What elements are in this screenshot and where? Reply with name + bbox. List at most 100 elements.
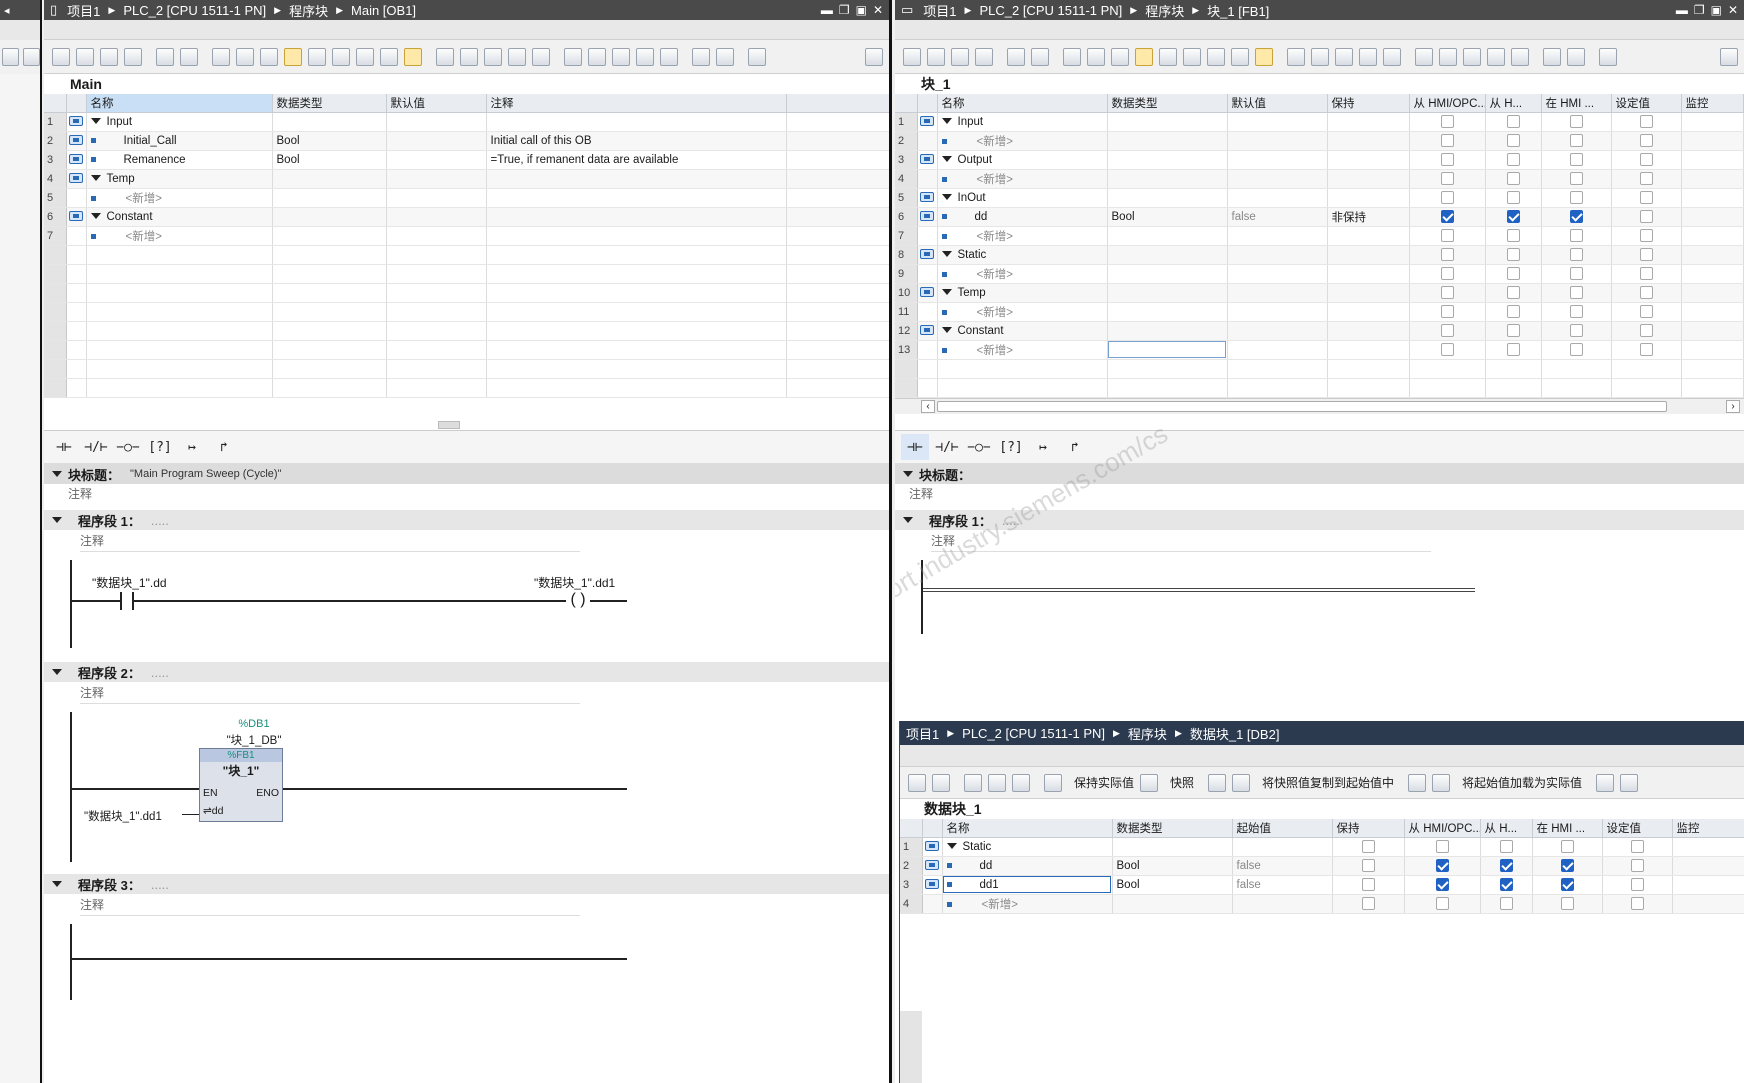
panel-icon[interactable] <box>1720 47 1738 66</box>
network-2-title[interactable]: ..... <box>151 665 169 680</box>
hmi-access-checkbox[interactable] <box>1440 248 1454 261</box>
default-cell[interactable] <box>386 207 487 227</box>
expand-icon[interactable] <box>941 118 952 125</box>
table-row[interactable]: 8 Static <box>895 245 1744 265</box>
type-cell[interactable] <box>1107 150 1228 170</box>
col-setpoint[interactable]: 设定值 <box>1602 819 1673 838</box>
type-cell[interactable] <box>1107 321 1228 341</box>
col-retain[interactable]: 保持 <box>1332 819 1405 838</box>
hmi-write-checkbox[interactable] <box>1506 191 1520 204</box>
breadcrumb-plc[interactable]: PLC_2 [CPU 1511-1 PN] <box>962 726 1105 741</box>
type-cell[interactable]: Bool <box>1112 856 1233 876</box>
tag-info-icon[interactable] <box>356 47 374 66</box>
default-cell[interactable] <box>1227 340 1328 360</box>
comment-cell[interactable] <box>486 207 787 227</box>
hmi-write-checkbox[interactable] <box>1499 859 1513 872</box>
type-cell[interactable] <box>1107 112 1228 132</box>
col-hmi-write[interactable]: 从 H... <box>1480 819 1533 838</box>
hmi-write-checkbox[interactable] <box>1499 878 1513 891</box>
setpoint-checkbox[interactable] <box>1630 859 1644 872</box>
breadcrumb-plc[interactable]: PLC_2 [CPU 1511-1 PN] <box>979 3 1122 18</box>
setpoint-checkbox[interactable] <box>1630 878 1644 891</box>
comment-toggle-icon[interactable] <box>284 47 302 66</box>
network-1-header[interactable]: 程序段 1：..... <box>895 510 1744 530</box>
network-1-title[interactable]: ..... <box>1002 513 1020 528</box>
watch-icon[interactable] <box>716 47 734 66</box>
scroll-right-icon[interactable]: › <box>1726 399 1740 413</box>
col-retain[interactable]: 保持 <box>1327 94 1410 113</box>
name-cell[interactable]: Initial_Call <box>86 131 273 151</box>
col-start-value[interactable]: 起始值 <box>1232 819 1333 838</box>
retain-cell[interactable] <box>1327 112 1410 132</box>
close-icon[interactable]: ✕ <box>1728 3 1738 17</box>
retain-cell[interactable] <box>1327 245 1410 265</box>
network-3-title[interactable]: ..... <box>151 877 169 892</box>
favorites-icon[interactable] <box>1255 47 1273 66</box>
retain-cell[interactable]: 非保持 <box>1327 207 1410 227</box>
default-cell[interactable] <box>1227 283 1328 303</box>
goback-icon[interactable] <box>1511 47 1529 66</box>
type-cell[interactable]: Bool <box>1112 875 1233 895</box>
default-cell[interactable] <box>1227 188 1328 208</box>
name-cell[interactable]: Remanence <box>86 150 273 170</box>
name-cell[interactable]: Static <box>937 245 1108 265</box>
setpoint-checkbox[interactable] <box>1639 267 1653 280</box>
col-type[interactable]: 数据类型 <box>272 94 387 113</box>
col-default[interactable]: 默认值 <box>386 94 487 113</box>
open-branch-icon[interactable]: ↦ <box>178 434 206 460</box>
hmi-write-checkbox[interactable] <box>1506 248 1520 261</box>
default-cell[interactable] <box>1227 112 1328 132</box>
hmi-visible-checkbox[interactable] <box>1569 229 1583 242</box>
empty-box-icon[interactable]: [?] <box>146 434 174 460</box>
coil-operand[interactable]: "数据块_1".dd1 <box>534 574 615 591</box>
monitor-icon[interactable] <box>1044 773 1062 792</box>
load-icon[interactable] <box>1408 773 1427 792</box>
setpoint-checkbox[interactable] <box>1639 324 1653 337</box>
insert-network-icon[interactable] <box>52 47 70 66</box>
hmi-write-checkbox[interactable] <box>1506 172 1520 185</box>
monitor-icon[interactable] <box>436 47 454 66</box>
name-cell[interactable]: Temp <box>937 283 1108 303</box>
empty-rung[interactable] <box>923 588 1475 592</box>
hmi-access-checkbox[interactable] <box>1440 267 1454 280</box>
expand-icon[interactable] <box>941 289 952 296</box>
absolute-operand-icon[interactable] <box>308 47 326 66</box>
network-1-header[interactable]: 程序段 1：..... <box>44 510 889 530</box>
paste-icon[interactable] <box>1232 773 1251 792</box>
breadcrumb-block[interactable]: 块_1 [FB1] <box>1207 1 1269 20</box>
close-all-icon[interactable] <box>1087 47 1105 66</box>
type-cell[interactable]: Bool <box>272 150 387 170</box>
navigate-icon[interactable] <box>260 47 278 66</box>
type-cell[interactable] <box>1107 226 1228 246</box>
call-env-icon[interactable] <box>1543 47 1561 66</box>
insert-row-icon[interactable] <box>975 47 993 66</box>
block-comment[interactable]: 注释 <box>44 484 889 504</box>
table-row[interactable]: 13 <新增> <box>895 340 1744 360</box>
compare-icon[interactable] <box>1311 47 1329 66</box>
empty-box-icon[interactable]: [?] <box>997 434 1025 460</box>
name-cell[interactable]: InOut <box>937 188 1108 208</box>
type-cell[interactable] <box>1107 302 1228 322</box>
col-monitor[interactable]: 监控 <box>1672 819 1744 838</box>
split-handle[interactable] <box>438 421 460 429</box>
keep-actual-values-button[interactable]: 保持实际值 <box>1074 774 1134 791</box>
expand-icon[interactable] <box>941 194 952 201</box>
retain-cell[interactable] <box>1327 226 1410 246</box>
goto-icon[interactable] <box>636 47 654 66</box>
hmi-write-checkbox[interactable] <box>1506 343 1520 356</box>
name-cell[interactable]: <新增> <box>942 894 1113 914</box>
export-icon[interactable] <box>23 48 40 66</box>
watch-icon[interactable] <box>1567 47 1585 66</box>
hmi-write-checkbox[interactable] <box>1506 286 1520 299</box>
hmi-visible-checkbox[interactable] <box>1560 878 1574 891</box>
network-3-comment[interactable]: 注释 <box>80 894 580 916</box>
setpoint-checkbox[interactable] <box>1639 134 1653 147</box>
retain-cell[interactable] <box>1327 340 1410 360</box>
type-cell[interactable] <box>1107 131 1228 151</box>
table-row[interactable]: 12 Constant <box>895 321 1744 341</box>
refresh-icon[interactable] <box>484 47 502 66</box>
close-all-icon[interactable] <box>236 47 254 66</box>
breadcrumb-block[interactable]: 数据块_1 [DB2] <box>1190 724 1280 743</box>
network-1-comment[interactable]: 注释 <box>80 530 580 552</box>
type-cell[interactable] <box>1112 837 1233 857</box>
